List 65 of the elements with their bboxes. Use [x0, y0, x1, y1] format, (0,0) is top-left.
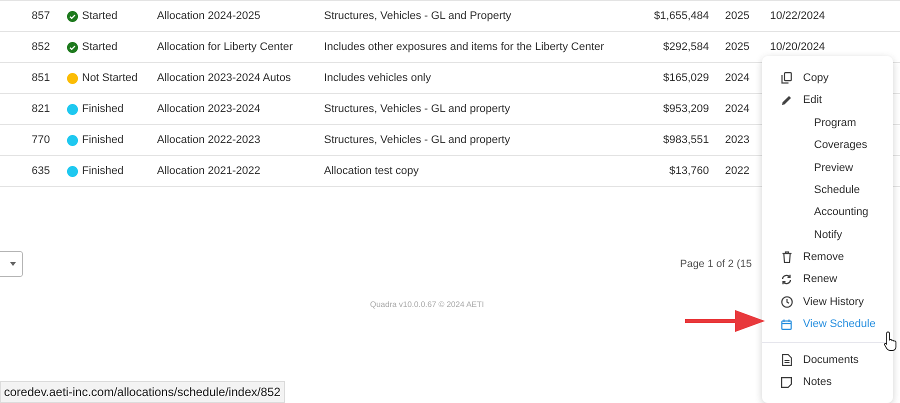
id-cell-text: 852 [30, 40, 50, 55]
check-circle-icon [67, 10, 78, 22]
menu-item[interactable]: Notify [762, 224, 893, 246]
date-cell-text: 10/20/2024 [770, 40, 826, 55]
description-cell-text: Allocation test copy [324, 164, 420, 179]
amount-cell-text: $953,209 [662, 102, 709, 117]
name-cell-text: Allocation 2021-2022 [157, 164, 262, 179]
name-cell-text: Allocation 2023-2024 Autos [157, 70, 292, 86]
id-cell-text: 857 [30, 8, 50, 24]
menu-item[interactable]: Coverages [762, 134, 893, 157]
amount-cell-text: $983,551 [662, 132, 709, 148]
status-label: Started [82, 40, 118, 55]
amount-cell-text: $165,029 [662, 70, 709, 86]
menu-item[interactable]: Schedule [762, 178, 893, 202]
name-cell-text: Allocation 2023-2024 [157, 102, 262, 117]
year-cell-text: 2023 [724, 132, 750, 148]
year-cell-text: 2024 [724, 102, 750, 117]
menu-item[interactable]: View History [762, 290, 893, 314]
menu-item[interactable]: Renew [762, 268, 893, 291]
refresh-icon [781, 274, 792, 286]
status-bar-url: coredev.aeti-inc.com/allocations/schedule/index/852 [0, 381, 285, 403]
status-label: Finished [82, 132, 124, 148]
description-cell-text: Structures, Vehicles - GL and Property [324, 8, 512, 24]
description-cell-text: Includes other exposures and items for the Liberty Center [324, 40, 606, 55]
id-cell-text: 770 [30, 132, 50, 148]
status-label: Finished [82, 164, 124, 179]
menu-item[interactable]: Program [762, 112, 893, 134]
version-footer: Quadra v10.0.0.67 © 2024 AETI [370, 299, 484, 311]
description-cell-text: Structures, Vehicles - GL and property [324, 132, 512, 148]
copy-icon [781, 72, 792, 84]
name-cell-text: Allocation 2024-2025 [157, 8, 262, 24]
year-cell-text: 2024 [724, 70, 750, 86]
trash-icon [782, 251, 792, 264]
year-cell-text: 2025 [724, 8, 750, 24]
check-circle-icon [67, 42, 78, 52]
year-cell-text: 2025 [724, 40, 750, 55]
menu-item[interactable]: Notes [762, 371, 893, 394]
description-cell-text: Structures, Vehicles - GL and property [324, 102, 512, 117]
pagination-text: Page 1 of 2 (15 [680, 257, 752, 272]
menu-item[interactable]: Accounting [762, 201, 893, 224]
description-cell-text: Includes vehicles only [324, 70, 432, 86]
amount-cell-text: $292,584 [662, 40, 709, 55]
id-cell-text: 851 [30, 70, 50, 86]
menu-item[interactable]: Remove [762, 246, 893, 269]
amount-cell-text: $1,655,484 [652, 8, 709, 24]
id-cell-text: 635 [30, 164, 50, 179]
document-icon [782, 354, 792, 366]
note-icon [781, 376, 792, 388]
menu-item[interactable]: Documents [762, 348, 893, 372]
id-cell-text: 821 [30, 102, 50, 117]
clock-icon [780, 296, 792, 308]
date-cell-text: 10/22/2024 [770, 8, 826, 24]
year-cell-text: 2022 [724, 164, 750, 179]
status-label: Not Started [82, 70, 138, 86]
name-cell-text: Allocation 2022-2023 [157, 132, 262, 148]
name-cell-text: Allocation for Liberty Center [157, 40, 294, 55]
pencil-icon [781, 95, 792, 106]
menu-item[interactable]: Edit [762, 89, 893, 112]
amount-cell-text: $13,760 [668, 164, 709, 179]
menu-item[interactable]: Preview [762, 156, 893, 179]
status-label: Finished [82, 102, 124, 117]
status-label: Started [82, 8, 118, 24]
menu-item[interactable]: Copy [762, 67, 893, 90]
calendar-icon [781, 318, 792, 330]
caret-icon [10, 262, 16, 266]
